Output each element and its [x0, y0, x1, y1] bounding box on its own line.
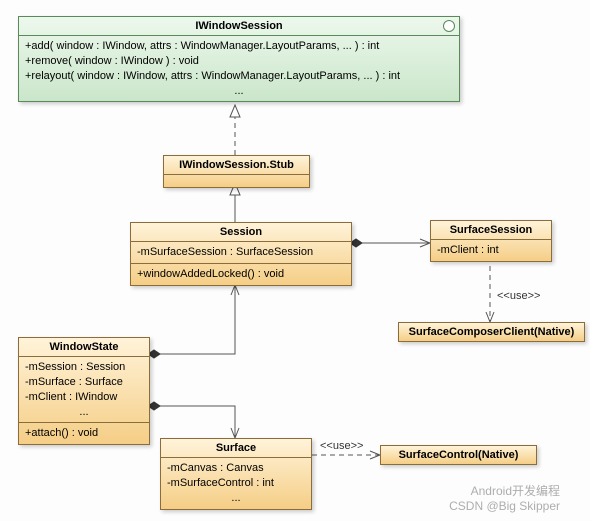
op-row: +remove( window : IWindow ) : void — [25, 54, 453, 69]
title-text: IWindowSession — [195, 20, 282, 32]
attr-row: -mClient : IWindow — [25, 390, 143, 405]
ellipsis: ... — [25, 405, 143, 420]
title-session: Session — [131, 223, 351, 242]
title-stub: IWindowSession.Stub — [164, 156, 309, 175]
watermark: Android开发编程 CSDN @Big Skipper — [449, 482, 560, 513]
class-surfacecomposerclient: SurfaceComposerClient(Native) — [398, 322, 585, 342]
attrs-surface: -mCanvas : Canvas -mSurfaceControl : int… — [161, 458, 311, 509]
op-row: +add( window : IWindow, attrs : WindowMa… — [25, 39, 453, 54]
class-surface: Surface -mCanvas : Canvas -mSurfaceContr… — [160, 438, 312, 510]
ops-windowstate: +attach() : void — [19, 423, 149, 444]
class-surfacesession: SurfaceSession -mClient : int — [430, 220, 552, 262]
attr-row: -mCanvas : Canvas — [167, 461, 305, 476]
class-session: Session -mSurfaceSession : SurfaceSessio… — [130, 222, 352, 286]
label-use-2: <<use>> — [320, 440, 363, 452]
attrs-windowstate: -mSession : Session -mSurface : Surface … — [19, 357, 149, 423]
label-use-1: <<use>> — [497, 290, 540, 302]
title-surfacesession: SurfaceSession — [431, 221, 551, 240]
ops-session: +windowAddedLocked() : void — [131, 264, 351, 285]
title-windowstate: WindowState — [19, 338, 149, 357]
op-row: +relayout( window : IWindow, attrs : Win… — [25, 69, 453, 84]
attr-row: -mSurfaceControl : int — [167, 476, 305, 491]
class-surfacecontrol: SurfaceControl(Native) — [380, 445, 537, 465]
interface-icon — [443, 20, 455, 32]
class-windowstate: WindowState -mSession : Session -mSurfac… — [18, 337, 150, 445]
attrs-session: -mSurfaceSession : SurfaceSession — [131, 242, 351, 264]
attrs-surfacesession: -mClient : int — [431, 240, 551, 261]
watermark-line2: CSDN @Big Skipper — [449, 499, 560, 513]
title-surface: Surface — [161, 439, 311, 458]
watermark-line1: Android开发编程 — [449, 482, 560, 499]
title-iwindowsession: IWindowSession — [19, 17, 459, 36]
attr-row: -mSurface : Surface — [25, 375, 143, 390]
title-surfacecontrol: SurfaceControl(Native) — [381, 446, 536, 464]
attr-row: -mSession : Session — [25, 360, 143, 375]
class-iwindowsession-stub: IWindowSession.Stub — [163, 155, 310, 188]
ops-iwindowsession: +add( window : IWindow, attrs : WindowMa… — [19, 36, 459, 101]
ellipsis: ... — [167, 491, 305, 506]
class-iwindowsession: IWindowSession +add( window : IWindow, a… — [18, 16, 460, 102]
title-scc: SurfaceComposerClient(Native) — [399, 323, 584, 341]
empty-section — [164, 175, 309, 187]
ellipsis: ... — [25, 84, 453, 99]
